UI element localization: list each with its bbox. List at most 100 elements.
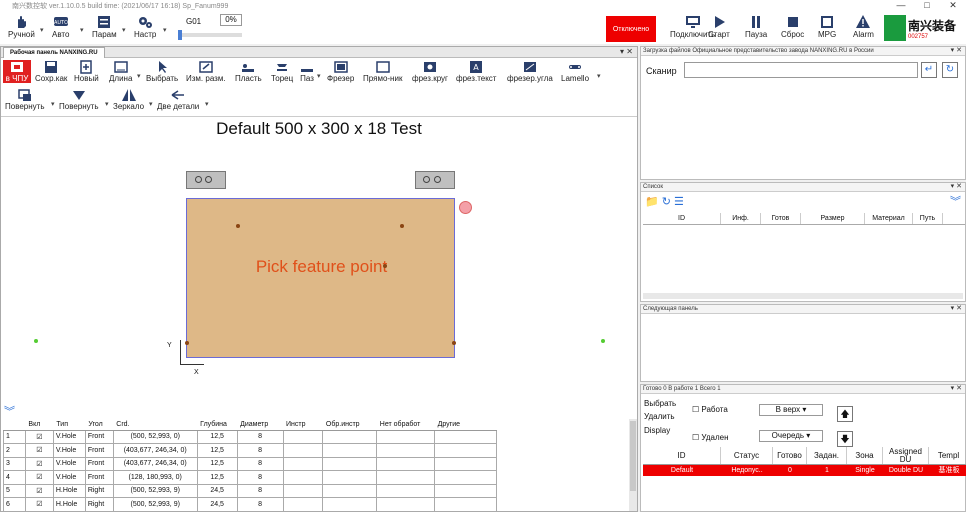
list-column-header[interactable]: Размер xyxy=(801,213,865,224)
pause-button[interactable]: Пауза xyxy=(745,14,767,39)
mill-angle-button[interactable]: фрезер.угла xyxy=(507,60,553,83)
collapse-chevron-icon[interactable]: ︾ xyxy=(950,193,961,209)
refresh-button[interactable]: ↻ xyxy=(942,62,958,78)
list-column-header[interactable]: Готов xyxy=(761,213,801,224)
panel-controls[interactable]: ▾ ✕ xyxy=(951,183,962,191)
alarm-button[interactable]: Alarm xyxy=(853,14,874,39)
hole-point[interactable] xyxy=(383,264,387,268)
enable-checkbox[interactable]: ☑ xyxy=(24,456,54,471)
maximize-button[interactable]: □ xyxy=(914,0,940,11)
queue-row[interactable]: Default Недопус.. 0 1 Single Double DU 基准板 xyxy=(643,465,966,476)
clamp-left[interactable] xyxy=(186,171,226,189)
select-button[interactable]: Выбрать xyxy=(146,60,178,83)
enter-button[interactable]: ↵ xyxy=(921,62,937,78)
plate-button[interactable]: Пласть xyxy=(235,60,262,83)
groove-button[interactable]: Паз xyxy=(299,60,315,83)
list-column-header[interactable]: ID xyxy=(643,213,721,224)
table-row[interactable]: 2 ☑ V.Hole Front (403,677, 246,34, 0) 12,5 8 xyxy=(3,443,497,458)
params-dropdown-icon[interactable]: ▾ xyxy=(122,26,126,34)
table-header-cell[interactable]: Угол xyxy=(85,419,114,431)
table-header-cell[interactable]: Диаметр xyxy=(237,419,284,431)
origin-marker[interactable] xyxy=(459,201,472,214)
close-button[interactable]: ✕ xyxy=(940,0,966,11)
queue-column-header[interactable]: Статус xyxy=(721,447,773,464)
panel-controls[interactable]: ▾ ✕ xyxy=(951,47,962,55)
lamello-dropdown-icon[interactable]: ▾ xyxy=(597,72,601,80)
deleted-checkbox[interactable]: ☐ Удален xyxy=(692,433,729,442)
groove-dropdown-icon[interactable]: ▾ xyxy=(317,72,321,80)
enable-checkbox[interactable]: ☑ xyxy=(24,429,54,444)
mill-circle-button[interactable]: фрез.круг xyxy=(412,60,448,83)
table-header-cell[interactable]: Обр.инстр xyxy=(322,419,377,431)
rotate2-dropdown-icon[interactable]: ▾ xyxy=(105,100,109,108)
table-scrollbar[interactable] xyxy=(629,419,637,511)
table-row[interactable]: 3 ☑ V.Hole Front (403,677, 246,34, 0) 12,5 8 xyxy=(3,456,497,471)
queue-column-header[interactable]: ID xyxy=(643,447,721,464)
up-combo[interactable]: В верх ▾ xyxy=(759,404,823,416)
manual-button[interactable]: Ручной xyxy=(8,14,35,39)
length-button[interactable]: Длина xyxy=(109,60,132,83)
enable-checkbox[interactable]: ☑ xyxy=(24,497,54,512)
auto-button[interactable]: AUTO Авто xyxy=(52,14,69,39)
queue-column-header[interactable]: Задан. xyxy=(807,447,847,464)
start-button[interactable]: Старт xyxy=(708,14,730,39)
mirror-dropdown-icon[interactable]: ▾ xyxy=(149,100,153,108)
list-column-header[interactable]: Путь xyxy=(913,213,943,224)
feed-slider[interactable] xyxy=(178,30,242,40)
work-checkbox[interactable]: ☐ Работа xyxy=(692,405,728,414)
enable-checkbox[interactable]: ☑ xyxy=(24,443,54,458)
tab-work-panel[interactable]: Рабочая панель NANXING.RU xyxy=(3,47,105,58)
workpiece-board[interactable]: Pick feature point xyxy=(185,198,456,358)
table-header-cell[interactable]: Другие xyxy=(434,419,497,431)
list-hscrollbar[interactable] xyxy=(643,293,963,299)
milling-button[interactable]: Фрезер xyxy=(327,60,354,83)
resize-button[interactable]: Изм. разм. xyxy=(186,60,226,83)
select-button[interactable]: Выбрать xyxy=(644,399,676,408)
move-up-button[interactable]: 🡅 xyxy=(837,406,853,422)
auto-dropdown-icon[interactable]: ▾ xyxy=(80,26,84,34)
table-header-cell[interactable]: Вкл xyxy=(25,419,54,431)
hole-point[interactable] xyxy=(236,224,240,228)
table-row[interactable]: 6 ☑ H.Hole Right (500, 52,993, 9) 24,5 8 xyxy=(3,497,497,512)
scroll-thumb[interactable] xyxy=(630,421,636,491)
table-row[interactable]: 4 ☑ V.Hole Front (128, 180,993, 0) 12,5 8 xyxy=(3,470,497,485)
enable-checkbox[interactable]: ☑ xyxy=(24,483,54,498)
table-row[interactable]: 1 ☑ V.Hole Front (500, 52,993, 0) 12,5 8 xyxy=(3,429,497,444)
two-parts-dropdown-icon[interactable]: ▾ xyxy=(205,100,209,108)
length-dropdown-icon[interactable]: ▾ xyxy=(137,72,141,80)
table-header-cell[interactable]: Нет обработ xyxy=(376,419,435,431)
settings-button[interactable]: Настр xyxy=(134,14,156,39)
settings-dropdown-icon[interactable]: ▾ xyxy=(163,26,167,34)
drawing-canvas[interactable]: Default 500 x 300 x 18 Test Pick feature… xyxy=(1,116,637,401)
scanner-input[interactable] xyxy=(684,62,918,78)
new-button[interactable]: Новый xyxy=(74,60,99,83)
table-header-cell[interactable]: Инстр xyxy=(283,419,323,431)
lamello-button[interactable]: Lamello xyxy=(561,60,589,83)
manual-dropdown-icon[interactable]: ▾ xyxy=(40,26,44,34)
rectangle-button[interactable]: Прямо-ник xyxy=(363,60,402,83)
params-button[interactable]: Парам xyxy=(92,14,117,39)
delete-button[interactable]: Удалить xyxy=(644,412,675,421)
display-button[interactable]: Display xyxy=(644,426,670,435)
panel-controls[interactable]: ▾ ✕ xyxy=(951,305,962,313)
save-as-button[interactable]: Сохр.как xyxy=(35,60,67,83)
panel-controls[interactable]: ▾ ✕ xyxy=(951,385,962,393)
table-header-cell[interactable]: Глубина xyxy=(197,419,238,431)
table-header-cell[interactable] xyxy=(3,419,26,431)
collapse-chevron-icon[interactable]: ︾ xyxy=(4,403,15,419)
move-down-button[interactable]: 🡇 xyxy=(837,431,853,447)
clamp-right[interactable] xyxy=(415,171,455,189)
list-icon[interactable]: ☰ xyxy=(674,196,684,208)
queue-column-header[interactable]: Templ xyxy=(929,447,966,464)
two-parts-button[interactable]: Две детали xyxy=(157,88,199,111)
hole-point[interactable] xyxy=(452,341,456,345)
rotate-button[interactable]: Повернуть xyxy=(5,88,45,111)
slider-knob[interactable] xyxy=(178,30,182,40)
queue-combo[interactable]: Очередь ▾ xyxy=(759,430,823,442)
mpg-button[interactable]: MPG xyxy=(818,14,836,39)
panel-controls[interactable]: ▾ ✕ xyxy=(620,47,633,56)
list-column-header[interactable]: Инф. xyxy=(721,213,761,224)
mirror-button[interactable]: Зеркало xyxy=(113,88,144,111)
minimize-button[interactable]: — xyxy=(888,0,914,11)
rotate-dropdown-icon[interactable]: ▾ xyxy=(51,100,55,108)
